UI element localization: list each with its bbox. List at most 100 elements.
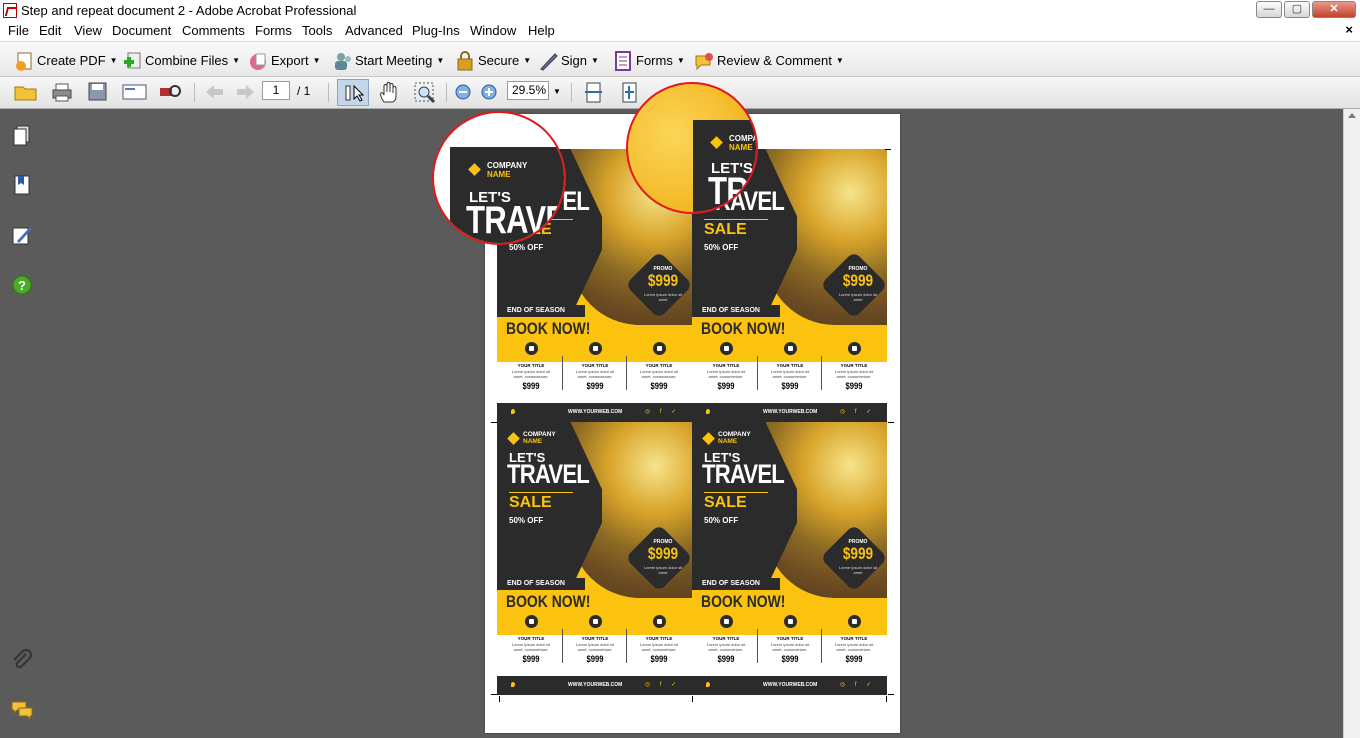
hand-tool-icon[interactable] (378, 82, 400, 103)
feature-title: YOUR TITLE (581, 636, 609, 641)
flyer-feature: YOUR TITLE Lorem ipsum dolor sit amet, c… (627, 615, 691, 679)
create-pdf-button[interactable]: Create PDF ▼ (14, 49, 118, 71)
pen-icon (538, 50, 558, 71)
find-icon[interactable] (158, 82, 181, 102)
menu-file[interactable]: File (8, 23, 29, 38)
zoom-marquee-icon[interactable] (414, 82, 436, 104)
page-number-input[interactable]: 1 (262, 81, 290, 100)
signatures-icon[interactable] (11, 224, 33, 246)
feature-columns: YOUR TITLE Lorem ipsum dolor sit amet, c… (497, 342, 692, 406)
review-comment-button[interactable]: Review & Comment ▼ (694, 49, 844, 71)
chevron-down-icon: ▼ (109, 55, 118, 65)
pages-icon[interactable] (11, 124, 33, 146)
menu-view[interactable]: View (74, 23, 102, 38)
sign-button[interactable]: Sign ▼ (538, 49, 599, 71)
feature-title: YOUR TITLE (581, 363, 609, 368)
menu-window[interactable]: Window (470, 23, 516, 38)
zoom-out-icon[interactable] (455, 84, 471, 100)
book-now-text: BOOK NOW! (701, 319, 786, 338)
feature-price: $999 (522, 654, 540, 664)
promo-price: $999 (842, 271, 874, 290)
forms-button[interactable]: Forms ▼ (613, 49, 685, 71)
title-bar: Step and repeat document 2 - Adobe Acrob… (0, 0, 1360, 22)
company-line1: COMPANY (487, 161, 528, 170)
chevron-down-icon: ▼ (676, 55, 685, 65)
promo-subtext: Lorem ipsum dolor sit amet (643, 565, 683, 575)
bookmarks-icon[interactable] (11, 174, 33, 196)
travel-text: TRAVEL (507, 459, 590, 489)
feature-title: YOUR TITLE (712, 636, 740, 641)
location-pin-icon (706, 409, 710, 414)
menu-edit[interactable]: Edit (39, 23, 61, 38)
close-document-button[interactable]: × (1345, 22, 1353, 37)
menu-help[interactable]: Help (528, 23, 555, 38)
combine-files-label: Combine Files (145, 52, 229, 68)
magnifier-circle-right: COMPANY NAME LET'S TRAVEL (626, 82, 758, 214)
travel-text: TRAVEL (702, 459, 785, 489)
menu-document[interactable]: Document (112, 23, 171, 38)
menu-forms[interactable]: Forms (255, 23, 292, 38)
flyer-4: COMPANY NAME LET'S TRAVEL SALE 50% OFF PR… (692, 422, 887, 695)
book-now-text: BOOK NOW! (701, 592, 786, 611)
feature-price: $999 (845, 381, 863, 391)
sale-text: SALE (704, 494, 747, 511)
sale-text: SALE (509, 494, 552, 511)
menu-comments[interactable]: Comments (182, 23, 245, 38)
social-icons: ◎ f ✓ (840, 682, 876, 688)
minimize-button[interactable]: — (1256, 1, 1282, 18)
fit-width-icon[interactable] (583, 82, 605, 103)
start-meeting-button[interactable]: Start Meeting ▼ (332, 49, 444, 71)
previous-page-icon[interactable] (204, 82, 226, 102)
feature-title: YOUR TITLE (776, 636, 804, 641)
zoom-level-input[interactable]: 29.5% (507, 81, 549, 100)
zoom-dropdown-icon[interactable]: ▼ (553, 87, 561, 96)
end-of-season-banner: END OF SEASON (497, 305, 585, 317)
combine-files-button[interactable]: Combine Files ▼ (122, 49, 240, 71)
feature-title: YOUR TITLE (840, 363, 868, 368)
window-title: Step and repeat document 2 - Adobe Acrob… (21, 3, 357, 18)
chevron-down-icon: ▼ (591, 55, 599, 65)
save-icon[interactable] (87, 82, 109, 102)
print-icon[interactable] (51, 82, 73, 102)
maximize-button[interactable]: ▢ (1284, 1, 1310, 18)
flyer-feature: YOUR TITLE Lorem ipsum dolor sit amet, c… (758, 615, 822, 679)
help-icon[interactable]: ? (11, 274, 33, 296)
company-name: COMPANYNAME (718, 431, 751, 445)
forms-label: Forms (636, 52, 673, 68)
feature-text: Lorem ipsum dolor sit amet, consectetuer… (706, 642, 746, 652)
zoom-in-icon[interactable] (481, 84, 497, 100)
feature-price: $999 (781, 381, 799, 391)
vertical-scrollbar[interactable] (1343, 109, 1360, 738)
fit-page-icon[interactable] (619, 82, 641, 103)
website-text: WWW.YOURWEB.COM (763, 409, 818, 415)
feature-text: Lorem ipsum dolor sit amet, consectetuer… (834, 642, 874, 652)
flyer-footer: WWW.YOURWEB.COM ◎ f ✓ (692, 403, 887, 422)
discount-text: 50% OFF (509, 243, 544, 252)
close-window-button[interactable]: ✕ (1312, 1, 1356, 18)
comments-icon[interactable] (11, 699, 33, 721)
menu-advanced[interactable]: Advanced (345, 23, 403, 38)
feature-text: Lorem ipsum dolor sit amet, consectetuer… (575, 369, 615, 379)
open-folder-icon[interactable] (14, 82, 37, 102)
attachments-icon[interactable] (11, 649, 33, 671)
social-icons: ◎ f ✓ (645, 682, 681, 688)
flyer-feature: YOUR TITLE Lorem ipsum dolor sit amet, c… (499, 342, 563, 406)
plane-icon (525, 615, 538, 628)
menu-plug-ins[interactable]: Plug-Ins (412, 23, 460, 38)
location-pin-icon (784, 342, 797, 355)
select-tool-icon[interactable] (337, 79, 369, 106)
menu-tools[interactable]: Tools (302, 23, 332, 38)
flyer-footer: WWW.YOURWEB.COM ◎ f ✓ (497, 676, 692, 695)
feature-price: $999 (586, 381, 604, 391)
export-button[interactable]: Export ▼ (248, 49, 321, 71)
feature-columns: YOUR TITLE Lorem ipsum dolor sit amet, c… (497, 615, 692, 679)
feature-text: Lorem ipsum dolor sit amet, consectetuer… (770, 642, 810, 652)
secure-button[interactable]: Secure ▼ (455, 49, 531, 71)
next-page-icon[interactable] (234, 82, 256, 102)
feature-text: Lorem ipsum dolor sit amet, consectetuer… (639, 642, 679, 652)
scroll-up-icon[interactable] (1348, 113, 1356, 118)
export-label: Export (271, 52, 309, 68)
feature-text: Lorem ipsum dolor sit amet, consectetuer… (511, 642, 551, 652)
feature-text: Lorem ipsum dolor sit amet, consectetuer… (706, 369, 746, 379)
email-icon[interactable] (122, 82, 147, 102)
